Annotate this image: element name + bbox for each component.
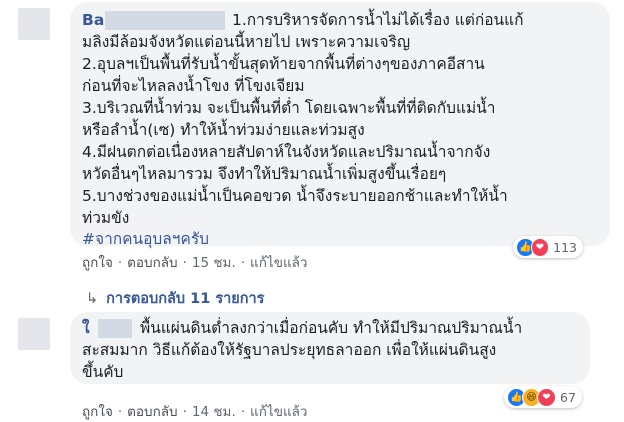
redacted-name <box>105 11 225 30</box>
commenter-avatar[interactable] <box>18 318 50 350</box>
reply-link[interactable]: ตอบกลับ <box>127 255 177 271</box>
comment-line: พื้นแผ่นดินต่ำลงกว่าเมื่อก่อนคับ ทำให้มี… <box>140 319 523 337</box>
comment-line: 3.บริเวณที่น้ำท่วม จะเป็นพื้นที่ต่ำ โดยเ… <box>82 99 496 117</box>
redacted-name <box>98 319 132 338</box>
comment-actions: ถูกใจ · ตอบกลับ · 15 ชม. · แก้ไขแล้ว <box>82 255 308 271</box>
view-replies-link[interactable]: ↳ การตอบกลับ 11 รายการ <box>86 287 264 310</box>
reaction-count: 67 <box>560 389 576 405</box>
like-link[interactable]: ถูกใจ <box>82 404 113 420</box>
comment-line: ท่วมขัง <box>82 209 130 227</box>
comment-actions: ถูกใจ · ตอบกลับ · 14 ชม. · แก้ไขแล้ว <box>82 404 308 420</box>
love-reaction-icon: ❤ <box>537 387 556 407</box>
reply-link[interactable]: ตอบกลับ <box>127 404 177 420</box>
comment-line: ขึ้นคับ <box>82 363 124 381</box>
comment-line: หวัดอื่นๆไหลมารวม จึงทำให้ปริมาณน้ำเพิ่ม… <box>82 165 447 183</box>
comment-line: 4.มีฝนตกต่อเนื่องหลายสัปดาห์ในจังหวัดและ… <box>82 143 491 161</box>
commenter-avatar[interactable] <box>18 8 50 40</box>
comment-line: 2.อุบลฯเป็นพื้นที่รับน้ำขั้นสุดท้ายจากพื… <box>82 55 485 73</box>
like-link[interactable]: ถูกใจ <box>82 255 113 271</box>
love-reaction-icon: ❤ <box>530 237 550 257</box>
reaction-count: 113 <box>553 239 577 255</box>
comment-line: 5.บางช่วงของแม่น้ำเป็นคอขวด น้ำจึงระบายอ… <box>82 187 508 205</box>
comment-line: สะสมมาก วิธีแก้ต้องให้รัฐบาลประยุทธลาออก… <box>82 341 497 359</box>
comment-line: 1.การบริหารจัดการน้ำไม่ได้เรื่อง แต่ก่อน… <box>232 11 524 29</box>
timestamp[interactable]: 14 ชม. <box>192 404 236 420</box>
comment-line: มลิงมีล้อมจังหวัดแต่อนนี้หายไป เพราะความ… <box>82 33 411 51</box>
comment-author[interactable]: ใ <box>82 318 90 339</box>
comment-author[interactable]: Ba <box>82 10 104 31</box>
reaction-summary[interactable]: 👍 😆 ❤ 67 <box>504 386 582 408</box>
reaction-summary[interactable]: 👍 ❤ 113 <box>513 236 583 258</box>
edited-label[interactable]: แก้ไขแล้ว <box>250 404 307 420</box>
edited-label[interactable]: แก้ไขแล้ว <box>250 255 307 271</box>
timestamp[interactable]: 15 ชม. <box>192 255 236 271</box>
comment-line: หรือลำน้ำ(เซ) ทำให้น้ำท่วมง่ายและท่วมสูง <box>82 121 365 139</box>
replies-count-label: การตอบกลับ 11 รายการ <box>106 291 265 307</box>
hashtag-link[interactable]: #จากคนอุบลฯครับ <box>82 229 209 250</box>
reply-arrow-icon: ↳ <box>86 291 99 307</box>
comment-line: ก่อนที่จะไหลลงน้ำโขง ที่โขงเจียม <box>82 77 305 95</box>
